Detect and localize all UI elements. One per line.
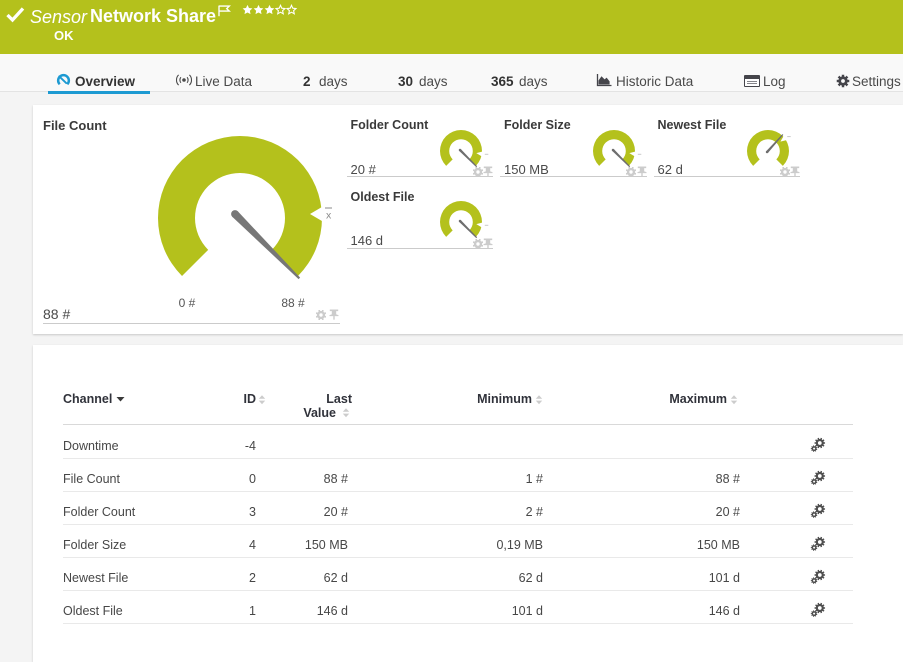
svg-text:x: x xyxy=(326,210,332,222)
